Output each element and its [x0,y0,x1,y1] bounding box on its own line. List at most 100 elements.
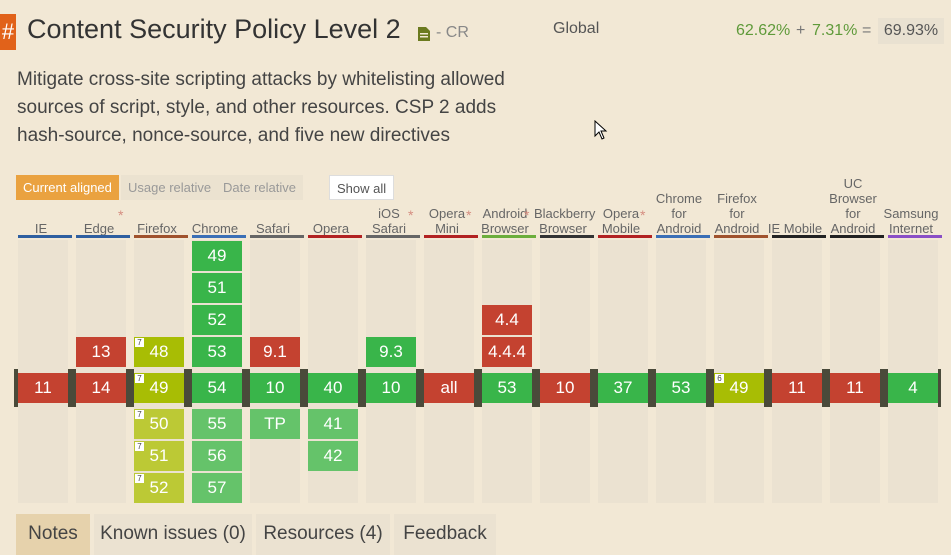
version-number: 10 [381,378,401,397]
version-cell[interactable]: 48 7 [134,337,184,367]
version-cell[interactable]: 52 [192,305,242,335]
current-version-cell[interactable]: 10 [366,373,416,403]
version-number: 49 [149,378,169,397]
browser-column-background [424,240,474,503]
version-cell[interactable]: 9.1 [250,337,300,367]
current-version-cell[interactable]: 40 [308,373,358,403]
browser-header-blackberry-browser[interactable]: Blackberry Browser [534,192,596,236]
version-cell[interactable]: 4.4 [482,305,532,335]
version-cell[interactable]: 53 [192,337,242,367]
version-number: 51 [149,446,169,465]
browser-color-bar [540,235,594,238]
browser-header-safari[interactable]: Safari [244,192,302,236]
current-version-cell[interactable]: 10 [540,373,590,403]
version-cell[interactable]: 52 7 [134,473,184,503]
browser-color-bar [830,235,884,238]
version-number: 51 [207,278,227,297]
current-version-cell[interactable]: 11 [18,373,68,403]
browser-name: Blackberry Browser [534,206,596,236]
current-version-cell[interactable]: 37 [598,373,648,403]
usage-total: 69.93% [878,18,944,44]
browser-header-firefox[interactable]: Firefox [128,192,186,236]
version-number: 52 [207,310,227,329]
current-version-cell[interactable]: 49 6 [714,373,764,403]
browser-column-background [656,240,706,503]
version-cell[interactable]: 57 [192,473,242,503]
version-cell[interactable]: 55 [192,409,242,439]
version-cell[interactable]: 4.4.4 [482,337,532,367]
browser-column-background [772,240,822,503]
version-number: 10 [555,378,575,397]
feature-description: Mitigate cross-site scripting attacks by… [17,66,537,150]
version-cell[interactable]: 49 [192,241,242,271]
current-version-cell[interactable]: all [424,373,474,403]
footnote-badge: 7 [135,374,144,383]
browser-header-samsung-internet[interactable]: Samsung Internet [882,192,940,236]
asterisk-note-icon: * [524,207,530,223]
version-cell[interactable]: 13 [76,337,126,367]
current-version-cell[interactable]: 54 [192,373,242,403]
version-number: 9.3 [379,342,403,361]
version-number: 48 [149,342,169,361]
version-cell[interactable]: 50 7 [134,409,184,439]
version-number: 10 [265,378,285,397]
browser-header-chrome[interactable]: Chrome [186,192,244,236]
browser-column-background [366,240,416,503]
browser-name: Opera [312,221,350,236]
tab-known-issues[interactable]: Known issues (0) [94,514,252,555]
tab-resources[interactable]: Resources (4) [256,514,390,555]
version-number: 55 [207,414,227,433]
browser-name: Safari [256,221,290,236]
browser-header-ie-mobile[interactable]: IE Mobile [766,192,824,236]
version-number: 11 [788,378,806,397]
version-number: 53 [497,378,517,397]
browser-name: Chrome for Android [655,191,703,236]
version-number: 49 [207,246,227,265]
version-cell[interactable]: 42 [308,441,358,471]
tab-feedback[interactable]: Feedback [394,514,496,555]
current-version-cell[interactable]: 49 7 [134,373,184,403]
browser-color-bar [424,235,478,238]
document-icon[interactable] [418,27,430,41]
version-number: TP [264,414,286,433]
version-cell[interactable]: 41 [308,409,358,439]
browser-header-firefox-for-android[interactable]: Firefox for Android [708,191,766,236]
current-version-cell[interactable]: 4 [888,373,938,403]
footnote-badge: 7 [135,410,144,419]
version-number: 37 [613,378,633,397]
current-version-cell[interactable]: 14 [76,373,126,403]
browser-color-bar [308,235,362,238]
browser-column-background [714,240,764,503]
current-version-cell[interactable]: 11 [772,373,822,403]
browser-header-uc-browser-for-android[interactable]: UC Browser for Android [824,176,882,236]
footnote-badge: 7 [135,474,144,483]
tab-notes[interactable]: Notes [16,514,90,555]
current-version-cell[interactable]: 53 [656,373,706,403]
version-number: 53 [671,378,691,397]
asterisk-note-icon: * [640,207,646,223]
version-cell[interactable]: 51 [192,273,242,303]
version-number: 41 [323,414,343,433]
version-cell[interactable]: 9.3 [366,337,416,367]
browser-header-ie[interactable]: IE [12,192,70,236]
browser-name: Firefox [137,221,177,236]
spec-status[interactable]: - CR [436,24,469,42]
version-number: 4.4 [495,310,519,329]
browser-header-chrome-for-android[interactable]: Chrome for Android [650,191,708,236]
browser-column-background [598,240,648,503]
browser-color-bar [482,235,536,238]
version-number: 57 [207,478,227,497]
current-version-cell[interactable]: 53 [482,373,532,403]
version-cell[interactable]: 56 [192,441,242,471]
browser-column-background [482,240,532,503]
description-line: hash-source, nonce-source, and five new … [17,125,451,146]
browser-column-background [18,240,68,503]
description-line: Mitigate cross-site scripting attacks by… [17,69,505,90]
browser-color-bar [714,235,768,238]
current-version-cell[interactable]: 10 [250,373,300,403]
feature-anchor-hash[interactable]: # [0,14,16,50]
current-version-cell[interactable]: 11 [830,373,880,403]
version-cell[interactable]: TP [250,409,300,439]
version-cell[interactable]: 51 7 [134,441,184,471]
browser-header-opera[interactable]: Opera [302,192,360,236]
